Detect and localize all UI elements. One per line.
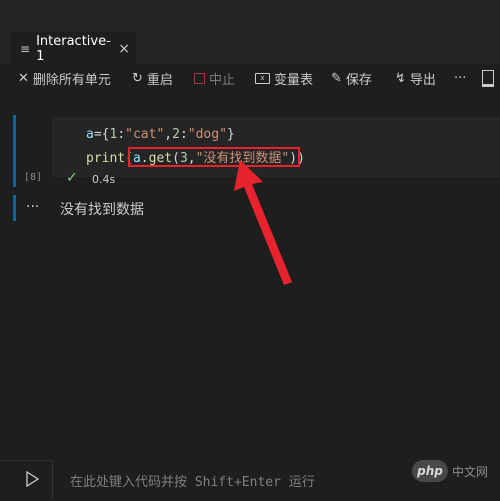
clear-all-icon: ✕: [18, 70, 29, 86]
ellipsis-icon[interactable]: ···: [26, 199, 39, 215]
code-line-1: a={1:"cat",2:"dog"}: [86, 127, 235, 142]
restart-button[interactable]: ↻ 重启: [132, 68, 173, 88]
save-icon: ✎: [331, 70, 342, 86]
restart-icon: ↻: [132, 70, 143, 86]
cell-output: 没有找到数据: [60, 202, 144, 218]
output-selection-bar: [13, 195, 16, 221]
stop-icon: [194, 72, 205, 84]
code-input-placeholder: 在此处键入代码并按 Shift+Enter 运行: [70, 475, 315, 490]
save-button[interactable]: ✎ 保存: [331, 68, 372, 88]
kernel-icon[interactable]: [482, 68, 494, 88]
cell-selection-bar: [13, 115, 16, 187]
more-actions-button[interactable]: ···: [454, 68, 466, 88]
interrupt-button[interactable]: 中止: [194, 68, 235, 88]
export-button[interactable]: ↯ 导出: [395, 68, 436, 88]
export-icon: ↯: [395, 70, 406, 86]
tab-interactive-1[interactable]: ≡ Interactive-1 ×: [10, 32, 136, 64]
run-icon[interactable]: [25, 471, 39, 487]
check-icon: ✓: [66, 170, 78, 186]
execution-time: 0.4s: [92, 173, 116, 186]
watermark-logo: php: [412, 460, 448, 482]
clear-all-button[interactable]: ✕ 删除所有单元: [18, 68, 111, 88]
watermark-text: 中文网: [452, 465, 489, 479]
annotation-arrow: [234, 160, 292, 285]
tab-title: Interactive-1: [36, 33, 111, 64]
variables-icon: x: [255, 72, 270, 84]
execution-count: [8]: [24, 172, 43, 183]
close-icon[interactable]: ×: [118, 41, 130, 57]
variables-button[interactable]: x 变量表: [255, 68, 313, 88]
notebook-icon: ≡: [20, 41, 31, 56]
